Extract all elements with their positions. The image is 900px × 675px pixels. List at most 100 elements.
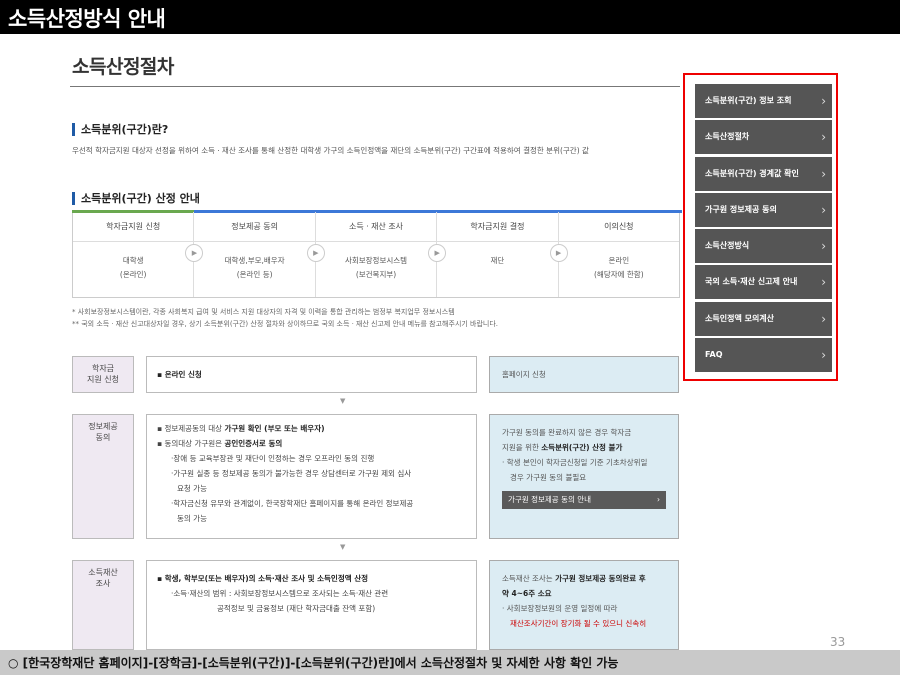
process-steps: 학자금지원 신청 대학생 (온라인) ▶ 정보제공 동의 대학생,부모,배우자 (온… [72, 210, 682, 298]
step-title: 정보제공 동의 [194, 212, 315, 242]
caption-bar: ○ [한국장학재단 홈페이지]-[장학금]-[소득분위(구간)]-[소득분위(구… [0, 650, 900, 675]
household-consent-guide-button[interactable]: 가구원 정보제공 동의 안내 › [502, 491, 666, 509]
survey-side-line: 재산조사기간이 장기화 될 수 있으니 신속히 [510, 619, 647, 628]
arrow-right-icon: ▶ [549, 244, 568, 262]
row-label-line: 소득재산 [88, 568, 118, 577]
menu-item-label: 소득분위(구간) 정보 조회 [705, 96, 792, 105]
consent-side-line: 가구원 동의를 완료하지 않은 경우 학자금 [502, 428, 632, 437]
menu-item-bracket-threshold[interactable]: 소득분위(구간) 경계값 확인 › [695, 156, 832, 191]
process-step: 이의신청 온라인 (해당자에 한함) [558, 212, 680, 297]
consent-side-box: 가구원 동의를 완료하지 않은 경우 학자금 지원을 위한 소득분위(구간) 산… [489, 414, 679, 539]
down-arrow-icon: ▼ [340, 397, 346, 405]
apply-method: ▪ 온라인 신청 [157, 370, 202, 379]
survey-side-line: 소득재산 조사는 가구원 정보제공 동의완료 후 [502, 571, 666, 586]
apply-detail-box: ▪ 온라인 신청 [146, 356, 477, 393]
menu-item-label: 국외 소득·재산 신고제 안내 [705, 277, 798, 287]
consent-side-line: · 학생 본인이 학자금신청일 기준 기초차상위일 [502, 458, 648, 467]
consent-line: 요청 가능 [177, 484, 207, 493]
survey-side-line: · 사회보장정보원의 운영 일정에 따라 [502, 604, 618, 613]
consent-line: 동의 가능 [177, 514, 207, 523]
step-method: (보건복지부) [355, 270, 397, 279]
menu-item-income-bracket-lookup[interactable]: 소득분위(구간) 정보 조회 › [695, 84, 832, 118]
step-title: 소득ㆍ재산 조사 [315, 212, 437, 242]
consent-line: ▪ 정보제공동의 대상 가구원 확인 (부모 또는 배우자) [157, 421, 466, 436]
chevron-right-icon: › [821, 130, 826, 145]
consent-text: ▪ 정보제공동의 대상 [157, 424, 225, 433]
row-label-consent: 정보제공 동의 [72, 414, 134, 539]
chevron-right-icon: › [821, 239, 826, 254]
survey-side-line: 약 4~6주 소요 [502, 589, 552, 598]
menu-item-household-consent[interactable]: 가구원 정보제공 동의 › [695, 192, 832, 227]
chevron-right-icon: › [821, 202, 826, 217]
step-title: 이의신청 [558, 212, 680, 242]
menu-item-label: 소득산정방식 [705, 241, 750, 251]
step-actor: 재단 [490, 256, 505, 265]
menu-item-label: 소득분위(구간) 경계값 확인 [705, 168, 799, 178]
menu-item-overseas-report[interactable]: 국외 소득·재산 신고제 안내 › [695, 265, 832, 300]
row-label-line: 지원 신청 [87, 375, 119, 384]
chevron-right-icon: › [821, 94, 826, 108]
menu-item-label: FAQ [705, 350, 723, 360]
button-label: 가구원 정보제공 동의 안내 [508, 495, 592, 504]
footnote: * 사회보장정보시스템이란, 각종 사회복지 급여 및 서비스 지원 대상자의 … [72, 308, 455, 316]
caption-text: ○ [한국장학재단 홈페이지]-[장학금]-[소득분위(구간)]-[소득분위(구… [8, 656, 619, 670]
income-bracket-description: 우선적 학자금지원 대상자 선정을 위하여 소득ㆍ재산 조사를 통해 산정한 대… [72, 146, 589, 155]
chevron-right-icon: › [821, 348, 826, 363]
menu-item-label: 소득산정절차 [705, 132, 750, 142]
step-title: 학자금지원 신청 [73, 212, 194, 242]
step-method: (온라인 등) [236, 270, 273, 279]
survey-side-box: 소득재산 조사는 가구원 정보제공 동의완료 후 약 4~6주 소요 · 사회보… [489, 560, 679, 650]
step-actor: 대학생 [122, 256, 144, 265]
down-arrow-icon: ▼ [340, 543, 346, 551]
row-label-survey: 소득재산 조사 [72, 560, 134, 650]
row-label-line: 동의 [95, 433, 111, 442]
step-method: (온라인) [119, 270, 147, 279]
row-label-line: 학자금 [91, 364, 115, 373]
menu-item-income-simulation[interactable]: 소득인정액 모의계산 › [695, 301, 832, 336]
survey-line: ·소득·재산의 범위 : 사회보장정보시스템으로 조사되는 소득·재산 관련 [171, 589, 389, 598]
survey-detail-box: ▪ 학생, 학부모(또는 배우자)의 소득·재산 조사 및 소득인정액 산정 ·… [146, 560, 477, 650]
chevron-right-icon: › [821, 275, 826, 290]
process-step: 정보제공 동의 대학생,부모,배우자 (온라인 등) ▶ [194, 212, 325, 297]
consent-detail-box: ▪ 정보제공동의 대상 가구원 확인 (부모 또는 배우자) ▪ 동의대상 가구… [146, 414, 477, 539]
arrow-right-icon: ▶ [306, 244, 325, 262]
menu-item-income-procedure[interactable]: 소득산정절차 › [695, 120, 832, 155]
banner-title: 소득산정방식 안내 [8, 7, 166, 31]
title-banner: 소득산정방식 안내 [0, 0, 900, 34]
survey-side-text: 소득재산 조사는 [502, 574, 556, 583]
menu-item-income-method[interactable]: 소득산정방식 › [695, 229, 832, 264]
menu-item-faq[interactable]: FAQ › [695, 338, 832, 373]
menu-item-label: 소득인정액 모의계산 [705, 313, 775, 323]
survey-side-text-bold: 가구원 정보제공 동의완료 후 [555, 574, 646, 583]
chevron-right-icon: › [821, 166, 826, 181]
section-title-income-bracket: 소득분위(구간)란? [72, 123, 168, 136]
step-actor: 대학생,부모,배우자 [224, 256, 285, 265]
row-label-apply: 학자금 지원 신청 [72, 356, 134, 393]
section-title-calculation-guide: 소득분위(구간) 산정 안내 [72, 192, 200, 205]
survey-line: ▪ 학생, 학부모(또는 배우자)의 소득·재산 조사 및 소득인정액 산정 [157, 574, 369, 583]
process-step: 학자금지원 결정 재단 ▶ [437, 212, 568, 297]
chevron-right-icon: › [821, 311, 826, 326]
process-step: 학자금지원 신청 대학생 (온라인) ▶ [73, 212, 204, 297]
apply-side-text: 홈페이지 신청 [502, 370, 546, 379]
step-actor: 온라인 [608, 256, 630, 265]
consent-line: ·장애 등 교육부장관 및 재단이 인정하는 경우 오프라인 동의 진행 [171, 454, 375, 463]
consent-line: ·학자금신청 유무와 관계없이, 한국장학재단 홈페이지를 통해 온라인 정보제… [171, 499, 414, 508]
step-actor: 사회보장정보시스템 [344, 256, 408, 265]
menu-item-label: 가구원 정보제공 동의 [705, 204, 777, 214]
consent-line: ▪ 동의대상 가구원은 공인인증서로 동의 [157, 436, 466, 451]
apply-side-box: 홈페이지 신청 [489, 356, 679, 393]
heading-divider [70, 86, 680, 87]
consent-text-bold: 가구원 확인 (부모 또는 배우자) [224, 424, 325, 433]
process-step: 소득ㆍ재산 조사 사회보장정보시스템 (보건복지부) ▶ [315, 212, 447, 297]
side-menu: 소득분위(구간) 정보 조회 › 소득산정절차 › 소득분위(구간) 경계값 확인 ›… [695, 84, 832, 374]
footnote: ** 국외 소득ㆍ재산 신고대상자일 경우, 상기 소득분위(구간) 산정 절차… [72, 320, 499, 328]
consent-side-line: 경우 가구원 동의 불필요 [510, 473, 587, 482]
consent-side-text-bold: 소득분위(구간) 산정 불가 [541, 443, 623, 452]
footnotes: * 사회보장정보시스템이란, 각종 사회복지 급여 및 서비스 지원 대상자의 … [72, 306, 498, 330]
consent-text-bold: 공인인증서로 동의 [224, 439, 283, 448]
consent-side-line: 지원을 위한 소득분위(구간) 산정 불가 [502, 440, 666, 455]
row-label-line: 정보제공 [88, 422, 118, 431]
step-method: (해당자에 한함) [594, 270, 644, 279]
step-title: 학자금지원 결정 [437, 212, 558, 242]
